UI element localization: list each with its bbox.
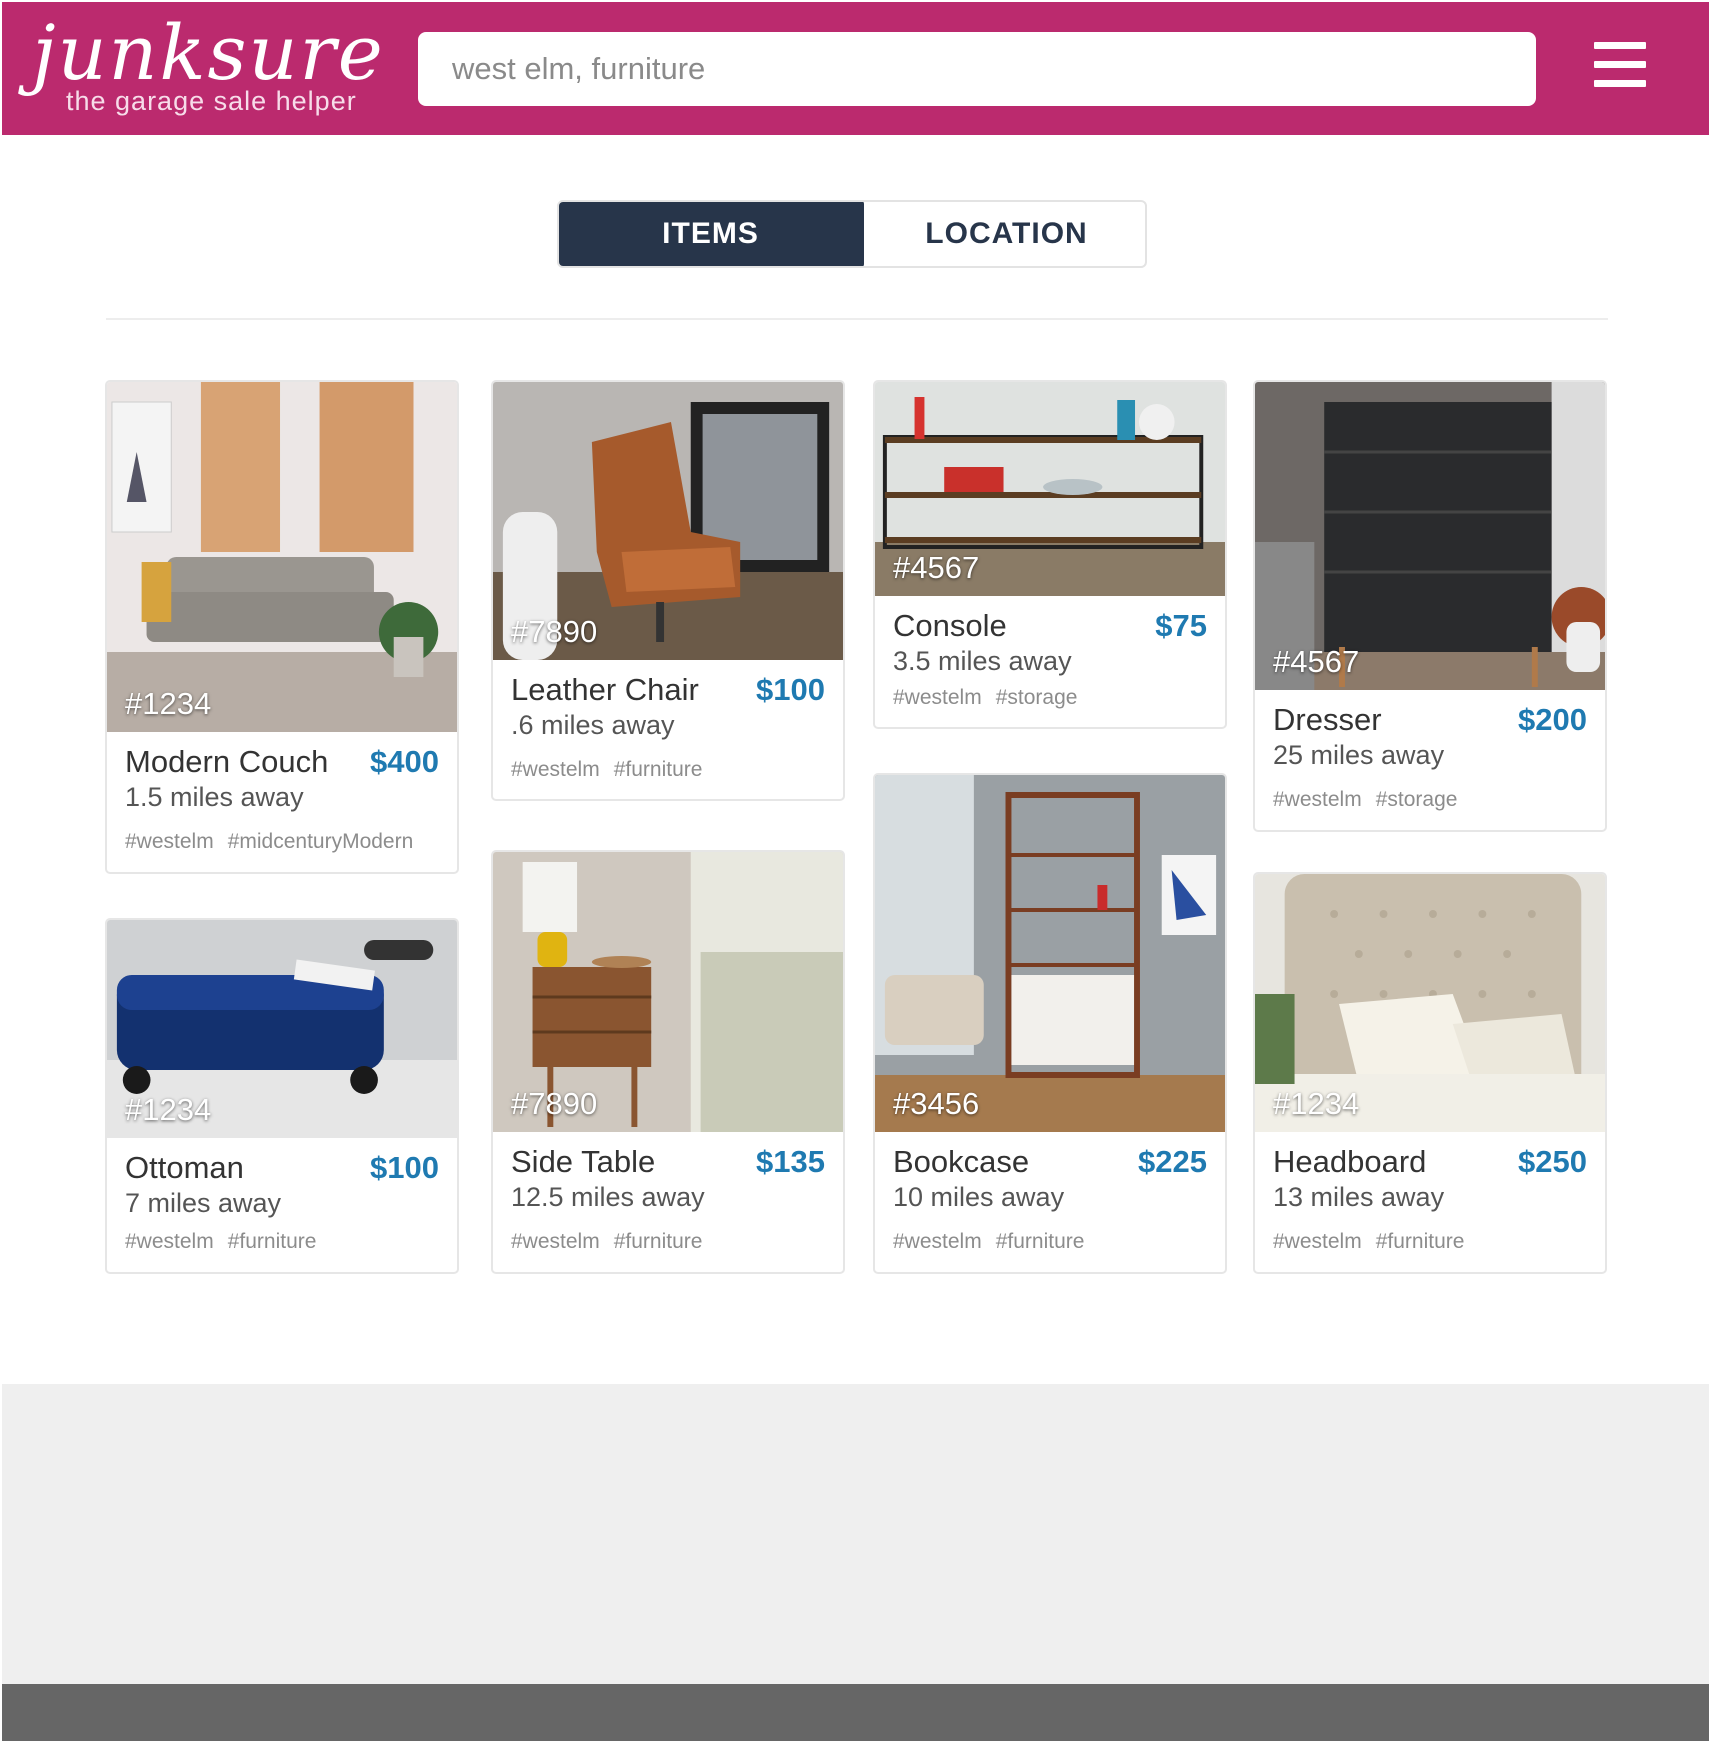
tag[interactable]: #westelm — [893, 1230, 982, 1253]
tag[interactable]: #furniture — [228, 1230, 317, 1253]
item-photo: #7890 — [493, 382, 843, 660]
tag[interactable]: #storage — [1376, 788, 1458, 811]
footer-bar — [2, 1684, 1709, 1741]
tag[interactable]: #westelm — [1273, 1230, 1362, 1253]
app-header: junksure the garage sale helper — [2, 2, 1709, 135]
search-input[interactable] — [418, 32, 1536, 106]
item-id: #7890 — [511, 1086, 598, 1121]
item-card[interactable]: #1234 Headboard $250 13 miles away #west… — [1253, 872, 1607, 1274]
item-distance: 12.5 miles away — [511, 1182, 705, 1212]
item-photo: #1234 — [1255, 874, 1605, 1132]
tag[interactable]: #storage — [996, 686, 1078, 709]
view-tabs: ITEMS LOCATION — [557, 200, 1147, 268]
item-photo: #3456 — [875, 775, 1225, 1132]
item-distance: 25 miles away — [1273, 740, 1445, 770]
item-card[interactable]: #3456 Bookcase $225 10 miles away #weste… — [873, 773, 1227, 1274]
tag[interactable]: #westelm — [125, 1230, 214, 1253]
item-price: $250 — [1518, 1144, 1587, 1179]
item-distance: 3.5 miles away — [893, 646, 1072, 676]
item-name: Modern Couch — [125, 744, 329, 779]
item-card[interactable]: #1234 Modern Couch $400 1.5 miles away #… — [105, 380, 459, 874]
item-name: Leather Chair — [511, 672, 699, 707]
item-tags: #westelm #storage — [893, 686, 1091, 710]
item-photo: #1234 — [107, 920, 457, 1138]
item-name: Bookcase — [893, 1144, 1030, 1179]
item-name: Headboard — [1273, 1144, 1427, 1179]
item-photo: #7890 — [493, 852, 843, 1132]
item-distance: .6 miles away — [511, 710, 675, 740]
item-tags: #westelm #storage — [1273, 788, 1471, 812]
item-name: Console — [893, 608, 1007, 643]
item-card[interactable]: #1234 Ottoman $100 7 miles away #westelm… — [105, 918, 459, 1274]
tag[interactable]: #westelm — [893, 686, 982, 709]
item-price: $100 — [370, 1150, 439, 1185]
item-card[interactable]: #4567 Dresser $200 25 miles away #westel… — [1253, 380, 1607, 832]
tag[interactable]: #westelm — [1273, 788, 1362, 811]
item-distance: 13 miles away — [1273, 1182, 1445, 1212]
logo-wordmark: junksure — [32, 8, 385, 97]
item-photo: #4567 — [875, 382, 1225, 596]
item-tags: #westelm #furniture — [125, 1230, 330, 1254]
item-price: $400 — [370, 744, 439, 779]
item-price: $100 — [756, 672, 825, 707]
item-card[interactable]: #7890 Side Table $135 12.5 miles away #w… — [491, 850, 845, 1274]
item-tags: #westelm #furniture — [511, 1230, 716, 1254]
item-tags: #westelm #furniture — [1273, 1230, 1478, 1254]
item-photo: #4567 — [1255, 382, 1605, 690]
tag[interactable]: #midcenturyModern — [228, 830, 414, 853]
hamburger-icon[interactable] — [1594, 42, 1650, 88]
item-name: Dresser — [1273, 702, 1382, 737]
tab-location[interactable]: LOCATION — [864, 202, 1145, 266]
tag[interactable]: #westelm — [511, 758, 600, 781]
tag[interactable]: #furniture — [996, 1230, 1085, 1253]
item-distance: 1.5 miles away — [125, 782, 304, 812]
section-divider — [106, 318, 1608, 320]
tag[interactable]: #furniture — [1376, 1230, 1465, 1253]
tag[interactable]: #furniture — [614, 758, 703, 781]
item-distance: 7 miles away — [125, 1188, 282, 1218]
item-tags: #westelm #furniture — [893, 1230, 1098, 1254]
item-id: #1234 — [125, 1092, 212, 1127]
item-price: $135 — [756, 1144, 825, 1179]
tag[interactable]: #furniture — [614, 1230, 703, 1253]
item-photo: #1234 — [107, 382, 457, 732]
item-name: Side Table — [511, 1144, 656, 1179]
item-price: $225 — [1138, 1144, 1207, 1179]
item-id: #4567 — [1273, 644, 1360, 679]
item-id: #4567 — [893, 550, 980, 585]
item-id: #1234 — [1273, 1086, 1360, 1121]
item-tags: #westelm #midcenturyModern — [125, 830, 427, 854]
tab-items[interactable]: ITEMS — [559, 202, 864, 266]
item-distance: 10 miles away — [893, 1182, 1065, 1212]
item-id: #7890 — [511, 614, 598, 649]
item-price: $75 — [1155, 608, 1207, 643]
tag[interactable]: #westelm — [511, 1230, 600, 1253]
item-card[interactable]: #7890 Leather Chair $100 .6 miles away #… — [491, 380, 845, 801]
junksure-logo[interactable]: junksure the garage sale helper — [32, 8, 383, 123]
footer-area — [2, 1384, 1709, 1684]
item-tags: #westelm #furniture — [511, 758, 716, 782]
item-id: #1234 — [125, 686, 212, 721]
item-id: #3456 — [893, 1086, 980, 1121]
tag[interactable]: #westelm — [125, 830, 214, 853]
logo-tagline: the garage sale helper — [66, 86, 357, 116]
item-card[interactable]: #4567 Console $75 3.5 miles away #westel… — [873, 380, 1227, 729]
item-name: Ottoman — [125, 1150, 244, 1185]
item-price: $200 — [1518, 702, 1587, 737]
